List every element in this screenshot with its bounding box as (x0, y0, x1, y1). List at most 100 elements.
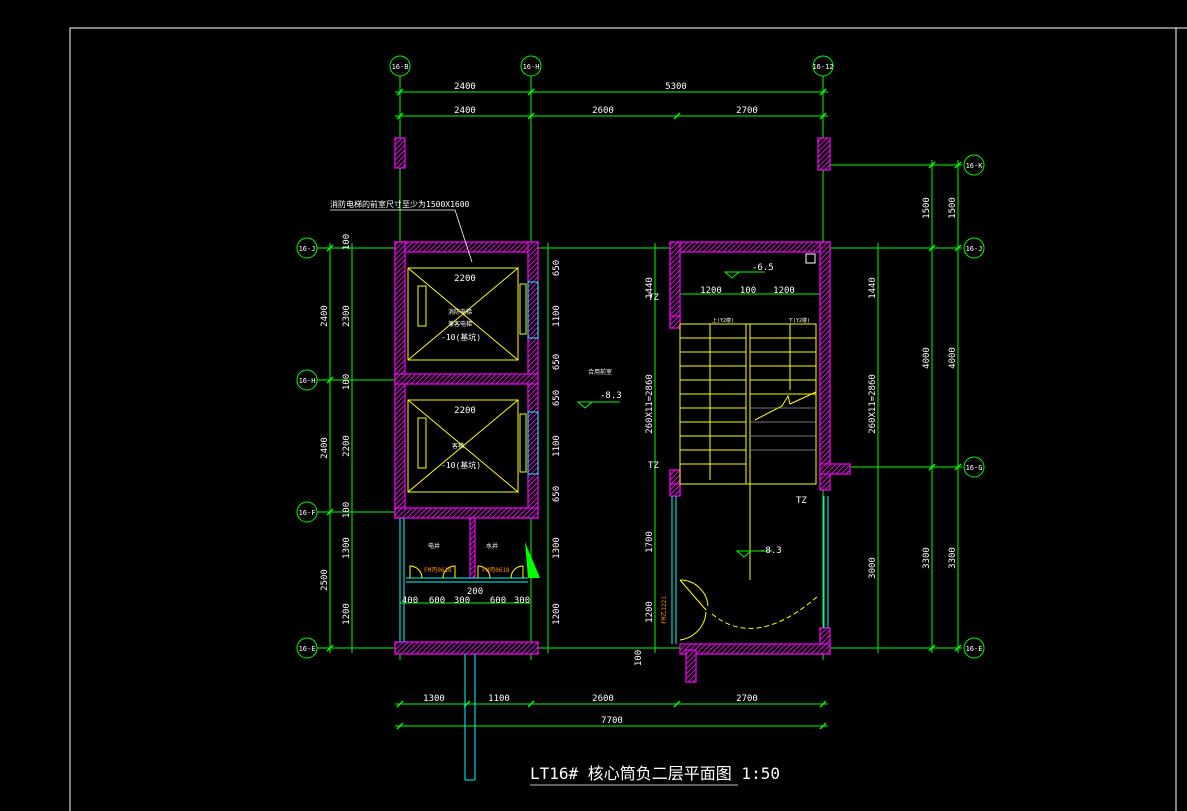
svg-text:1200: 1200 (342, 603, 352, 625)
svg-text:FM丙0618: FM丙0618 (424, 567, 452, 574)
svg-text:水井: 水井 (486, 542, 498, 550)
svg-text:-8.3: -8.3 (760, 546, 782, 556)
svg-text:-6.5: -6.5 (752, 263, 774, 273)
svg-text:电井: 电井 (428, 542, 440, 550)
svg-text:5300: 5300 (665, 82, 687, 92)
axis-bubble-left-4: 16-E (296, 637, 318, 659)
svg-text:1500: 1500 (948, 197, 958, 219)
dimension-ticks (326, 88, 962, 730)
floor-plan-drawing: 16-B 16-H 16-12 16-J 16-H 16-F 16-E 16-K… (69, 27, 1187, 811)
svg-text:100: 100 (342, 374, 352, 390)
svg-text:客梯: 客梯 (452, 442, 464, 450)
dim-labels-right: 1500 4000 3300 1500 4000 3300 (922, 197, 958, 569)
svg-text:2400: 2400 (454, 106, 476, 116)
svg-text:下(Y2楼): 下(Y2楼) (788, 317, 810, 324)
svg-text:上(Y2楼): 上(Y2楼) (712, 317, 734, 324)
axis-bubble-top-2: 16-H (520, 55, 542, 77)
corner-fixture (805, 253, 816, 264)
svg-text:1200: 1200 (552, 603, 562, 625)
axis-bubble-left-1: 16-J (296, 237, 318, 259)
dim-labels-bottom: 1300 1100 2600 2700 7700 (423, 694, 758, 726)
svg-text:-10(基坑): -10(基坑) (441, 460, 481, 470)
dim-labels-shaft: 650 1100 650 650 1100 650 1300 1200 (552, 260, 562, 625)
svg-text:16-H: 16-H (299, 377, 316, 385)
svg-text:16-E: 16-E (966, 645, 983, 653)
svg-text:100: 100 (740, 286, 756, 296)
svg-text:1300: 1300 (552, 537, 562, 559)
svg-text:650: 650 (552, 390, 562, 406)
svg-text:650: 650 (552, 354, 562, 370)
svg-text:TZ: TZ (648, 293, 659, 303)
svg-text:-8.3: -8.3 (600, 391, 622, 401)
dim-labels-left-inner: 100 2300 100 2200 100 1300 1200 (342, 234, 352, 625)
svg-text:2700: 2700 (736, 106, 758, 116)
partitions (399, 496, 829, 781)
svg-text:1200: 1200 (773, 286, 795, 296)
svg-text:2300: 2300 (342, 305, 352, 327)
svg-text:16-E: 16-E (299, 645, 316, 653)
stair-door (679, 579, 819, 641)
axis-grid (315, 75, 962, 660)
svg-text:600: 600 (429, 596, 445, 606)
svg-text:2600: 2600 (592, 694, 614, 704)
svg-text:4000: 4000 (922, 347, 932, 369)
svg-text:2700: 2700 (736, 694, 758, 704)
svg-text:1300: 1300 (342, 537, 352, 559)
svg-text:FM丙0618: FM丙0618 (482, 567, 510, 574)
dim-labels-left-outer: 2400 2400 2500 (320, 305, 330, 591)
drawing-frame (69, 27, 1177, 811)
svg-text:100: 100 (634, 650, 644, 666)
svg-text:1100: 1100 (488, 694, 510, 704)
svg-text:400: 400 (402, 596, 418, 606)
svg-text:消防电梯的前室尺寸至少为1500X1600: 消防电梯的前室尺寸至少为1500X1600 (330, 199, 470, 209)
svg-text:消防电梯: 消防电梯 (448, 308, 472, 316)
svg-text:300: 300 (514, 596, 530, 606)
svg-text:200: 200 (467, 587, 483, 597)
svg-text:16-J: 16-J (299, 245, 316, 253)
svg-text:1440: 1440 (868, 277, 878, 299)
axis-bubble-right-3: 16-G (963, 456, 985, 478)
svg-text:2400: 2400 (454, 82, 476, 92)
svg-text:16-J: 16-J (966, 245, 983, 253)
svg-text:260X11=2860: 260X11=2860 (868, 374, 878, 434)
axis-bubble-right-2: 16-J (963, 237, 985, 259)
svg-text:260X11=2860: 260X11=2860 (645, 374, 655, 434)
dimension-lines (329, 91, 959, 727)
svg-text:-10(基坑): -10(基坑) (441, 332, 481, 342)
svg-text:1100: 1100 (552, 435, 562, 457)
axis-bubble-left-2: 16-H (296, 369, 318, 391)
svg-text:2400: 2400 (320, 437, 330, 459)
svg-text:100: 100 (342, 502, 352, 518)
svg-text:16-K: 16-K (966, 162, 984, 170)
stair-flights (679, 323, 817, 580)
svg-text:600: 600 (490, 596, 506, 606)
svg-text:16-G: 16-G (966, 464, 983, 472)
svg-text:3300: 3300 (922, 547, 932, 569)
svg-text:2200: 2200 (342, 435, 352, 457)
dim-labels-top: 2400 5300 2400 2600 2700 (454, 82, 758, 116)
svg-text:650: 650 (552, 260, 562, 276)
svg-text:TZ: TZ (796, 496, 807, 506)
axis-bubble-left-3: 16-F (296, 501, 318, 523)
svg-text:3300: 3300 (948, 547, 958, 569)
svg-text:1200: 1200 (645, 601, 655, 623)
svg-text:1100: 1100 (552, 305, 562, 327)
svg-text:300: 300 (454, 596, 470, 606)
axis-bubble-top-3: 16-12 (812, 55, 834, 77)
svg-text:合用前室: 合用前室 (588, 368, 612, 376)
svg-text:2600: 2600 (592, 106, 614, 116)
svg-text:16-12: 16-12 (812, 63, 833, 71)
svg-text:16-F: 16-F (299, 509, 316, 517)
drawing-title: LT16# 核心筒负二层平面图 1:50 (530, 764, 780, 783)
svg-text:7700: 7700 (601, 716, 623, 726)
svg-text:兼客电梯: 兼客电梯 (448, 320, 472, 328)
svg-text:650: 650 (552, 486, 562, 502)
svg-text:FM乙1221: FM乙1221 (661, 596, 668, 624)
svg-text:1700: 1700 (645, 531, 655, 553)
svg-text:3000: 3000 (868, 557, 878, 579)
svg-text:1500: 1500 (922, 197, 932, 219)
stair-lower-flight (750, 407, 816, 451)
axis-bubble-right-1: 16-K (963, 154, 985, 176)
svg-text:1300: 1300 (423, 694, 445, 704)
svg-text:16-B: 16-B (392, 63, 409, 71)
